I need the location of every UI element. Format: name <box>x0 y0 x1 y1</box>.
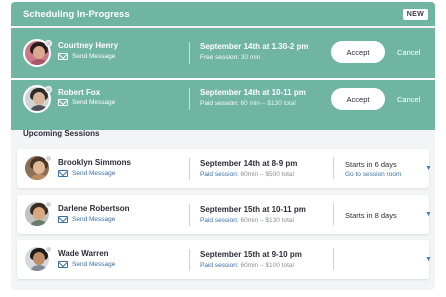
divider <box>333 157 334 179</box>
upcoming-title: Upcoming Sessions <box>23 129 100 138</box>
attendee-name: Darlene Robertson <box>58 204 130 213</box>
starts-in: Starts in 6 days <box>345 160 397 169</box>
session-detail: Free session: 30 min <box>200 54 261 61</box>
accept-button[interactable]: Accept <box>331 88 385 110</box>
new-badge: NEW <box>402 8 428 20</box>
session-detail: Paid session: 60min – $130 total <box>200 217 294 224</box>
divider <box>189 249 190 271</box>
session-time: September 15th at 10-11 pm <box>200 205 306 214</box>
status-dot <box>45 246 52 253</box>
send-message-label: Send Message <box>72 261 116 268</box>
request-row: Courtney Henry Send Message September 14… <box>11 28 435 78</box>
send-message-link[interactable]: Send Message <box>58 170 115 177</box>
divider <box>189 204 190 226</box>
send-message-link[interactable]: Send Message <box>58 261 115 268</box>
envelope-icon <box>58 170 68 177</box>
divider <box>189 42 190 64</box>
session-card[interactable]: Darlene Robertson Send Message September… <box>17 195 432 234</box>
requester-name: Courtney Henry <box>58 41 119 50</box>
send-message-label: Send Message <box>72 170 116 177</box>
session-time: September 14th at 10-11 pm <box>200 88 306 97</box>
send-message-label: Send Message <box>72 216 116 223</box>
attendee-name: Wade Warren <box>58 249 109 258</box>
status-dot <box>45 86 52 93</box>
divider <box>333 203 334 225</box>
divider <box>189 158 190 180</box>
envelope-icon <box>58 216 68 223</box>
send-message-link[interactable]: Send Message <box>58 216 115 223</box>
cancel-button[interactable]: Cancel <box>397 48 420 57</box>
send-message-link[interactable]: Send Message <box>58 53 115 60</box>
attendee-name: Brooklyn Simmons <box>58 158 131 167</box>
sessions-panel: Scheduling In-Progress NEW Courtney Henr… <box>11 2 435 290</box>
divider <box>333 248 334 270</box>
chevron-down-icon[interactable]: ▼ <box>425 211 432 218</box>
session-detail: Paid session: 60 min – $130 total <box>200 100 296 107</box>
session-time: September 14th at 1.30-2 pm <box>200 42 309 51</box>
envelope-icon <box>58 53 68 60</box>
chevron-down-icon[interactable]: ▼ <box>425 256 432 263</box>
accept-button[interactable]: Accept <box>331 41 385 63</box>
send-message-link[interactable]: Send Message <box>58 99 115 106</box>
status-dot <box>45 40 52 47</box>
envelope-icon <box>58 99 68 106</box>
chevron-down-icon[interactable]: ▼ <box>425 165 432 172</box>
divider <box>189 88 190 110</box>
session-detail: Paid session: 60min – $100 total <box>200 262 294 269</box>
session-time: September 14th at 8-9 pm <box>200 159 298 168</box>
session-time: September 15th at 9-10 pm <box>200 250 302 259</box>
scheduling-header: Scheduling In-Progress NEW <box>11 2 435 26</box>
scheduling-title: Scheduling In-Progress <box>23 8 130 20</box>
session-detail: Paid session: 60min – $500 total <box>200 171 294 178</box>
cancel-button[interactable]: Cancel <box>397 95 420 104</box>
status-dot <box>45 155 52 162</box>
send-message-label: Send Message <box>72 99 116 106</box>
send-message-label: Send Message <box>72 53 116 60</box>
envelope-icon <box>58 261 68 268</box>
starts-in: Starts in 8 days <box>345 211 397 220</box>
requester-name: Robert Fox <box>58 88 101 97</box>
session-card[interactable]: Brooklyn Simmons Send Message September … <box>17 149 432 188</box>
session-room-link[interactable]: Go to session room <box>345 171 401 178</box>
session-card[interactable]: Wade Warren Send Message September 15th … <box>17 240 432 279</box>
status-dot <box>45 201 52 208</box>
request-row: Robert Fox Send Message September 14th a… <box>11 80 435 130</box>
